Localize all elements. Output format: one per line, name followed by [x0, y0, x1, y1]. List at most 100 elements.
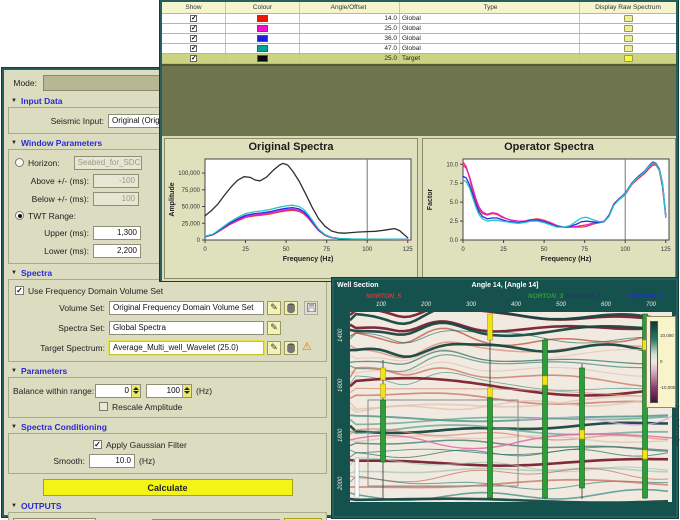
colour-swatch[interactable]	[257, 35, 268, 42]
twt-range-label: TWT Range:	[28, 211, 76, 221]
seismic-section-image[interactable]	[350, 312, 672, 502]
svg-text:75,000: 75,000	[182, 188, 201, 194]
rescale-amplitude-checkbox[interactable]	[99, 402, 108, 411]
lower-field[interactable]: 2,200	[93, 244, 141, 258]
show-checkbox[interactable]: ✓	[190, 45, 197, 52]
section-outputs[interactable]: ▼ OUTPUTS	[11, 499, 328, 512]
upper-field[interactable]: 1,300	[93, 226, 141, 240]
well-label[interactable]: NORTON_1	[473, 293, 508, 300]
collapse-triangle-icon: ▼	[11, 98, 17, 104]
collapse-triangle-icon: ▼	[11, 140, 17, 146]
balance-min-stepper[interactable]: 0	[95, 384, 141, 398]
gaussian-filter-checkbox[interactable]: ✓	[93, 440, 102, 449]
volume-set-field[interactable]: Original Frequency Domain Volume Set	[109, 301, 264, 315]
colorbar-title: Angle 14 (amplitude)	[675, 405, 680, 447]
show-checkbox[interactable]: ✓	[190, 25, 197, 32]
charts-strip: Original Spectra 025,00050,00075,000100,…	[162, 136, 676, 281]
display-raw-spectrum-toggle[interactable]	[624, 15, 633, 22]
seismic-svg	[350, 312, 672, 502]
svg-text:75: 75	[323, 247, 330, 253]
horizon-field[interactable]: Seabed_for_SDC	[74, 156, 142, 170]
calculate-button[interactable]: Calculate	[43, 479, 293, 496]
spectra-table-row[interactable]: ✓25.0Global	[162, 24, 676, 34]
angle-offset-cell: 14.0	[300, 14, 400, 23]
spectra-viewer-window: ShowColourAngle/OffsetTypeDisplay Raw Sp…	[160, 0, 678, 281]
show-checkbox[interactable]: ✓	[190, 35, 197, 42]
show-checkbox[interactable]: ✓	[190, 15, 197, 22]
svg-text:2.5: 2.5	[450, 219, 459, 225]
save-disk-icon	[304, 301, 318, 315]
type-cell: Target	[400, 54, 580, 63]
well-label[interactable]: NORTON_3	[528, 293, 563, 300]
edit-icon[interactable]: ✎	[267, 301, 281, 315]
column-header[interactable]: Angle/Offset	[300, 2, 400, 13]
database-icon[interactable]	[284, 341, 298, 355]
balance-max-stepper[interactable]: 100	[146, 384, 192, 398]
spectra-table-row[interactable]: ✓25.0Target	[162, 54, 676, 64]
spectra-set-field[interactable]: Global Spectra	[109, 321, 264, 335]
trace-tick-label: 100	[376, 302, 386, 308]
gaussian-filter-label: Apply Gaussian Filter	[106, 440, 187, 450]
well-label[interactable]: NORTON_2	[628, 293, 663, 300]
column-header[interactable]: Show	[162, 2, 226, 13]
smooth-field[interactable]: 10.0	[89, 454, 135, 468]
colour-swatch[interactable]	[257, 45, 268, 52]
well-section-statusbar	[334, 502, 676, 516]
section-parameters[interactable]: ▼ Parameters	[11, 364, 328, 377]
colour-swatch[interactable]	[257, 55, 268, 62]
display-raw-spectrum-toggle[interactable]	[624, 55, 633, 62]
above-label: Above +/- (ms):	[13, 176, 93, 186]
time-tick-label: 1600	[338, 379, 344, 392]
edit-icon[interactable]: ✎	[267, 321, 281, 335]
svg-text:100,000: 100,000	[178, 171, 200, 177]
spectra-table: ShowColourAngle/OffsetTypeDisplay Raw Sp…	[162, 2, 676, 64]
column-header[interactable]: Colour	[226, 2, 300, 13]
spectra-table-row[interactable]: ✓47.0Global	[162, 44, 676, 54]
twt-range-radio[interactable]	[15, 211, 24, 220]
column-header[interactable]: Display Raw Spectrum	[580, 2, 676, 13]
show-checkbox[interactable]: ✓	[190, 55, 197, 62]
svg-text:75: 75	[581, 247, 588, 253]
angle-offset-cell: 47.0	[300, 44, 400, 53]
svg-text:Frequency (Hz): Frequency (Hz)	[283, 256, 334, 263]
rescale-amplitude-label: Rescale Amplitude	[112, 402, 182, 412]
smooth-unit-label: (Hz)	[139, 456, 155, 466]
use-fdv-checkbox[interactable]: ✓	[15, 286, 24, 295]
svg-text:125: 125	[403, 247, 414, 253]
well-label[interactable]: NORTON_4	[565, 293, 600, 300]
svg-text:25: 25	[242, 247, 249, 253]
spectra-table-header: ShowColourAngle/OffsetTypeDisplay Raw Sp…	[162, 2, 676, 14]
colour-swatch[interactable]	[257, 25, 268, 32]
balance-range-label: Balance within range:	[13, 386, 95, 396]
target-spectrum-field[interactable]: Average_Multi_well_Wavelet (25.0)	[109, 341, 264, 355]
spectra-table-row[interactable]: ✓14.0Global	[162, 14, 676, 24]
horizon-radio[interactable]	[15, 158, 24, 167]
svg-text:0.0: 0.0	[450, 238, 459, 244]
chart-title: Original Spectra	[165, 139, 417, 154]
display-raw-spectrum-toggle[interactable]	[624, 35, 633, 42]
above-field[interactable]: -100	[93, 174, 139, 188]
smooth-label: Smooth:	[13, 456, 89, 466]
spectra-table-row[interactable]: ✓36.0Global	[162, 34, 676, 44]
below-field[interactable]: 100	[93, 192, 139, 206]
colour-swatch[interactable]	[257, 15, 268, 22]
spectra-conditioning-box: ✓ Apply Gaussian Filter Smooth: 10.0 (Hz…	[8, 433, 327, 474]
warning-icon[interactable]: ⚠	[302, 342, 312, 353]
svg-text:Factor: Factor	[427, 189, 434, 211]
well-label[interactable]: NORTON_5	[366, 293, 401, 300]
edit-icon[interactable]: ✎	[267, 341, 281, 355]
section-spectra-conditioning[interactable]: ▼ Spectra Conditioning	[11, 420, 328, 433]
trace-tick-label: 400	[511, 302, 521, 308]
stepper-arrows-icon[interactable]	[131, 385, 140, 397]
trace-tick-label: 500	[556, 302, 566, 308]
angle-offset-cell: 25.0	[300, 24, 400, 33]
type-cell: Global	[400, 34, 580, 43]
display-raw-spectrum-toggle[interactable]	[624, 25, 633, 32]
database-icon[interactable]	[284, 301, 298, 315]
svg-text:10.0: 10.0	[446, 162, 458, 168]
column-header[interactable]: Type	[400, 2, 580, 13]
collapse-triangle-icon: ▼	[11, 424, 17, 430]
svg-text:50,000: 50,000	[182, 205, 201, 211]
display-raw-spectrum-toggle[interactable]	[624, 45, 633, 52]
stepper-arrows-icon[interactable]	[182, 385, 191, 397]
